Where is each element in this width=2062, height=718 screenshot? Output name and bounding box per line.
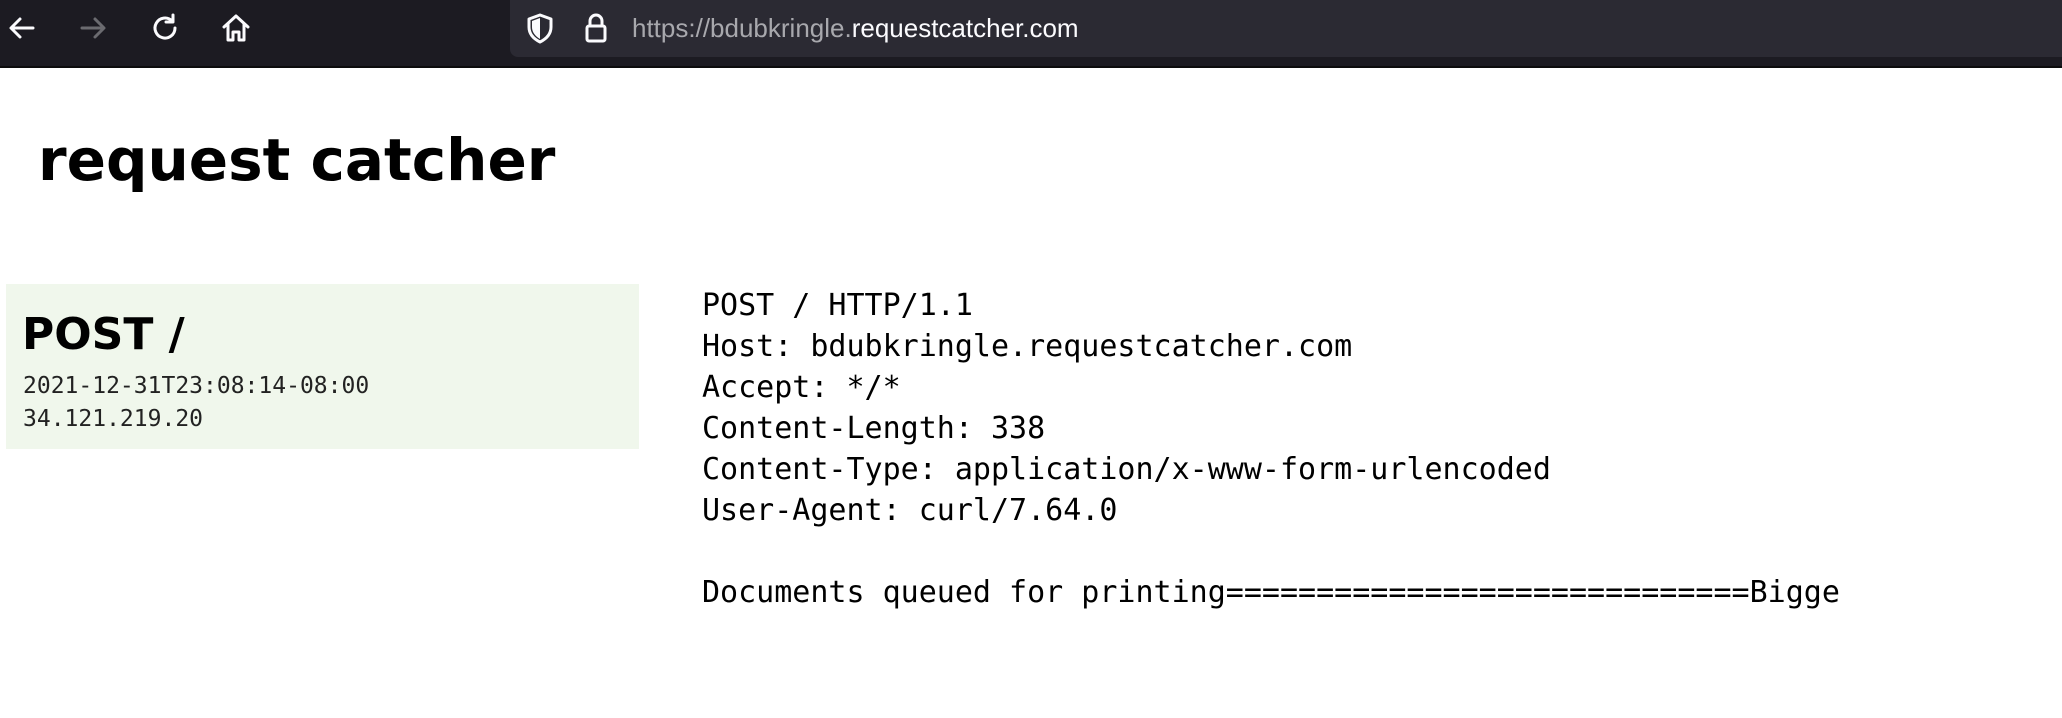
request-method-path: POST /: [22, 309, 185, 360]
header-accept: Accept: */*: [702, 370, 901, 405]
shield-icon[interactable]: [522, 10, 558, 46]
request-body: Documents queued for printing===========…: [702, 575, 1840, 610]
url-text[interactable]: https://bdubkringle.requestcatcher.com: [632, 12, 1079, 44]
header-host: Host: bdubkringle.requestcatcher.com: [702, 329, 1353, 364]
request-details: POST / HTTP/1.1 Host: bdubkringle.reques…: [702, 285, 1902, 613]
back-button[interactable]: [2, 8, 42, 48]
home-button[interactable]: [216, 8, 256, 48]
header-content-length: Content-Length: 338: [702, 411, 1046, 446]
request-ip: 34.121.219.20: [23, 406, 204, 432]
url-bar[interactable]: https://bdubkringle.requestcatcher.com: [510, 0, 2062, 57]
browser-toolbar: https://bdubkringle.requestcatcher.com: [0, 0, 2062, 68]
header-user-agent: User-Agent: curl/7.64.0: [702, 493, 1118, 528]
reload-button[interactable]: [145, 8, 185, 48]
request-timestamp: 2021-12-31T23:08:14-08:00: [23, 373, 370, 399]
header-content-type: Content-Type: application/x-www-form-url…: [702, 452, 1551, 487]
request-list-item[interactable]: POST / 2021-12-31T23:08:14-08:00 34.121.…: [6, 284, 639, 449]
request-line: POST / HTTP/1.1: [702, 288, 973, 323]
forward-button[interactable]: [73, 8, 113, 48]
url-prefix: https://bdubkringle.: [632, 13, 852, 43]
reload-icon: [149, 12, 181, 44]
back-arrow-icon: [6, 12, 38, 44]
lock-icon[interactable]: [578, 10, 614, 46]
forward-arrow-icon: [77, 12, 109, 44]
url-domain: requestcatcher.com: [851, 13, 1079, 43]
home-icon: [220, 12, 252, 44]
page-title: request catcher: [38, 126, 556, 194]
